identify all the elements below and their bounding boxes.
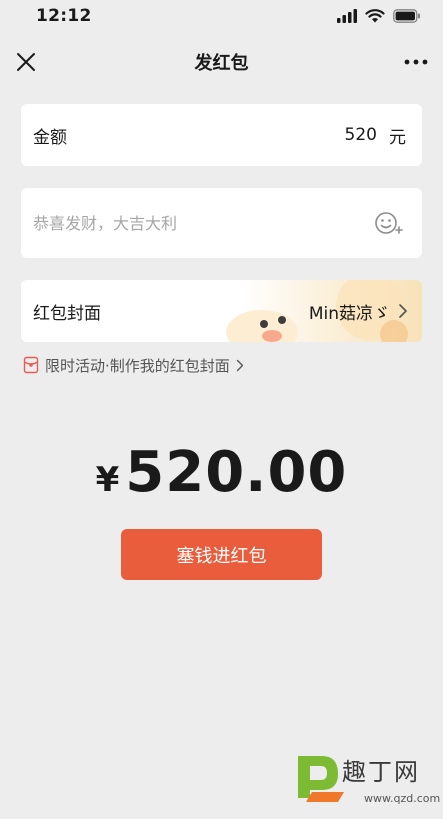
status-icons — [337, 9, 421, 23]
cover-label: 红包封面 — [33, 303, 101, 324]
amount-value-group: 520 元 — [345, 123, 406, 148]
amount-field[interactable]: 金额 520 元 — [21, 104, 422, 166]
wifi-icon — [365, 9, 385, 23]
currency-symbol: ¥ — [95, 460, 120, 500]
battery-icon — [393, 9, 420, 23]
total-value: 520.00 — [125, 440, 348, 505]
status-time: 12:12 — [36, 6, 92, 26]
red-packet-icon — [23, 356, 39, 374]
amount-unit: 元 — [389, 127, 406, 148]
status-bar: 12:12 — [0, 0, 443, 32]
put-money-button[interactable]: 塞钱进红包 — [121, 529, 322, 580]
page-title: 发红包 — [194, 53, 249, 74]
signal-icon — [337, 9, 357, 23]
chevron-right-icon — [399, 304, 407, 318]
total-amount: ¥ 520.00 — [0, 440, 443, 516]
cover-selector[interactable]: 红包封面 Min菇凉ゞ — [21, 280, 422, 342]
amount-value[interactable]: 520 — [345, 125, 377, 145]
cover-selected-name: Min菇凉ゞ — [308, 303, 390, 324]
watermark-text: 趣丁网 — [342, 758, 420, 786]
close-icon[interactable] — [14, 50, 38, 74]
nav-bar: 发红包 — [0, 38, 443, 86]
greeting-input[interactable] — [33, 213, 333, 233]
greeting-field — [21, 188, 422, 258]
emoji-add-icon[interactable] — [374, 210, 404, 236]
more-icon[interactable] — [403, 50, 429, 74]
watermark-logo — [298, 756, 344, 802]
promo-text: 限时活动·制作我的红包封面 — [45, 356, 230, 375]
chevron-right-icon — [236, 359, 243, 371]
promo-link[interactable]: 限时活动·制作我的红包封面 — [23, 354, 244, 376]
cover-selected-group: Min菇凉ゞ — [309, 299, 408, 324]
watermark-url: www.qzd.com — [364, 792, 441, 805]
site-watermark: 趣丁网 www.qzd.com — [292, 748, 440, 814]
amount-label: 金额 — [33, 127, 67, 148]
